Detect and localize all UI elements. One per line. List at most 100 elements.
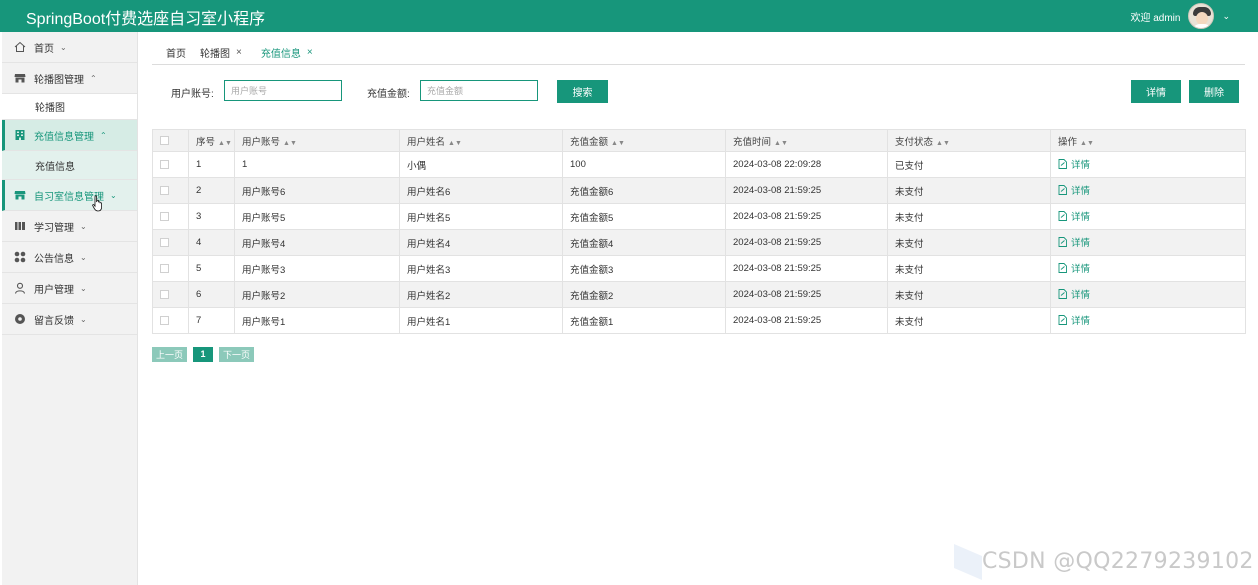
document-edit-icon [1058,289,1067,299]
sort-icon[interactable]: ▲▼ [1080,140,1094,147]
sort-icon[interactable]: ▲▼ [936,140,950,147]
account-search-input[interactable] [224,80,342,101]
tab-carousel[interactable]: 轮播图 × [200,45,242,60]
sidebar-item-study-management[interactable]: 学习管理 ⌄ [2,211,137,242]
chevron-down-icon: ⌄ [80,283,87,293]
cell-status: 未支付 [887,307,1051,334]
row-select-cell[interactable] [152,255,189,282]
row-checkbox[interactable] [160,211,169,221]
sort-icon[interactable]: ▲▼ [218,140,232,147]
table-row[interactable]: 6 用户账号2 用户姓名2 充值金额2 2024-03-08 21:59:25 未支付 详情 [152,281,1246,308]
sidebar-item-home[interactable]: 首页 ⌄ [2,32,137,63]
row-select-cell[interactable] [152,177,189,204]
sidebar-subitem-carousel[interactable]: 轮播图 [2,94,137,120]
row-detail-link[interactable]: 详情 [1058,313,1090,327]
cell-status: 未支付 [887,203,1051,230]
row-detail-link[interactable]: 详情 [1058,209,1090,223]
search-button[interactable]: 搜索 [557,80,608,103]
user-menu[interactable]: 欢迎 admin ⌄ [1130,3,1230,29]
column-header[interactable]: 充值金额 ▲▼ [562,129,726,152]
row-checkbox[interactable] [160,237,169,247]
cell-time: 2024-03-08 21:59:25 [725,255,888,282]
cell-no: 3 [188,203,235,230]
row-detail-link[interactable]: 详情 [1058,157,1090,171]
book-icon [13,220,26,233]
table-row[interactable]: 4 用户账号4 用户姓名4 充值金额4 2024-03-08 21:59:25 未支付 详情 [152,229,1246,256]
cell-amount: 100 [562,151,726,178]
row-detail-link[interactable]: 详情 [1058,261,1090,275]
app-title: SpringBoot付费选座自习室小程序 [26,11,266,28]
row-checkbox[interactable] [160,289,169,299]
table-row[interactable]: 7 用户账号1 用户姓名1 充值金额1 2024-03-08 21:59:25 未支付 详情 [152,307,1246,334]
sidebar-item-recharge-management[interactable]: 充值信息管理 ⌃ [2,120,137,151]
close-icon[interactable]: × [307,47,313,58]
row-checkbox[interactable] [160,159,169,169]
row-detail-label: 详情 [1071,186,1091,197]
chevron-down-icon: ⌄ [110,190,117,200]
sidebar-item-user-management[interactable]: 用户管理 ⌄ [2,273,137,304]
cell-name: 用户姓名4 [399,229,563,256]
table-row[interactable]: 2 用户账号6 用户姓名6 充值金额6 2024-03-08 21:59:25 未支付 详情 [152,177,1246,204]
tab-home[interactable]: 首页 [166,45,186,60]
chevron-down-icon: ⌄ [60,42,67,52]
table-row[interactable]: 3 用户账号5 用户姓名5 充值金额5 2024-03-08 21:59:25 未支付 详情 [152,203,1246,230]
column-header[interactable]: 操作 ▲▼ [1050,129,1246,152]
sort-icon[interactable]: ▲▼ [283,140,297,147]
sort-icon[interactable]: ▲▼ [448,140,462,147]
cell-name: 用户姓名1 [399,307,563,334]
row-checkbox[interactable] [160,263,169,273]
select-all-cell[interactable] [152,129,189,152]
prev-page-button[interactable]: 上一页 [152,346,188,362]
chevron-up-icon: ⌃ [100,130,107,140]
row-checkbox[interactable] [160,315,169,325]
select-all-checkbox[interactable] [160,135,169,145]
cell-time: 2024-03-08 21:59:25 [725,203,888,230]
row-detail-label: 详情 [1071,212,1091,223]
cell-amount: 充值金额5 [562,203,726,230]
close-icon[interactable]: × [236,47,242,58]
page-number-button[interactable]: 1 [193,346,214,362]
hand-cursor-icon [92,195,102,212]
amount-search-input[interactable] [420,80,538,101]
document-edit-icon [1058,185,1067,195]
column-header[interactable]: 支付状态 ▲▼ [887,129,1051,152]
sort-icon[interactable]: ▲▼ [774,140,788,147]
row-detail-label: 详情 [1071,316,1091,327]
amount-label: 充值金额: [367,89,410,100]
cell-amount: 充值金额3 [562,255,726,282]
sidebar: 首页 ⌄ 轮播图管理 ⌃ 轮播图 充值信息管理 ⌃ 充值信息 自习室信息管理 ⌄… [2,32,138,585]
row-detail-link[interactable]: 详情 [1058,287,1090,301]
column-header[interactable]: 用户姓名 ▲▼ [399,129,563,152]
column-header[interactable]: 序号 ▲▼ [188,129,235,152]
sidebar-item-announcements[interactable]: 公告信息 ⌄ [2,242,137,273]
detail-button[interactable]: 详情 [1131,80,1181,103]
column-header[interactable]: 充值时间 ▲▼ [725,129,888,152]
sidebar-subitem-recharge-info[interactable]: 充值信息 [2,151,137,180]
column-header[interactable]: 用户账号 ▲▼ [234,129,400,152]
sort-icon[interactable]: ▲▼ [611,140,625,147]
table-row[interactable]: 1 1 小偶 100 2024-03-08 22:09:28 已支付 详情 [152,151,1246,178]
sidebar-item-feedback[interactable]: 留言反馈 ⌄ [2,304,137,335]
table-row[interactable]: 5 用户账号3 用户姓名3 充值金额3 2024-03-08 21:59:25 未支付 详情 [152,255,1246,282]
cell-no: 5 [188,255,235,282]
row-detail-link[interactable]: 详情 [1058,235,1090,249]
sidebar-item-study-room-management[interactable]: 自习室信息管理 ⌄ [2,180,137,211]
chevron-down-icon: ⌄ [80,221,87,231]
row-select-cell[interactable] [152,229,189,256]
delete-button[interactable]: 删除 [1189,80,1239,103]
next-page-button[interactable]: 下一页 [219,346,255,362]
row-detail-link[interactable]: 详情 [1058,183,1090,197]
cell-account: 用户账号1 [234,307,400,334]
row-select-cell[interactable] [152,203,189,230]
tab-recharge-info[interactable]: 充值信息 × [261,45,313,60]
cell-action: 详情 [1050,229,1246,256]
row-select-cell[interactable] [152,307,189,334]
row-select-cell[interactable] [152,151,189,178]
avatar[interactable] [1188,3,1215,29]
sidebar-item-label: 留言反馈 [34,315,74,327]
row-select-cell[interactable] [152,281,189,308]
row-detail-label: 详情 [1071,264,1091,275]
sidebar-item-carousel-management[interactable]: 轮播图管理 ⌃ [2,63,137,94]
row-checkbox[interactable] [160,185,169,195]
chevron-down-icon[interactable]: ⌄ [1222,11,1230,22]
